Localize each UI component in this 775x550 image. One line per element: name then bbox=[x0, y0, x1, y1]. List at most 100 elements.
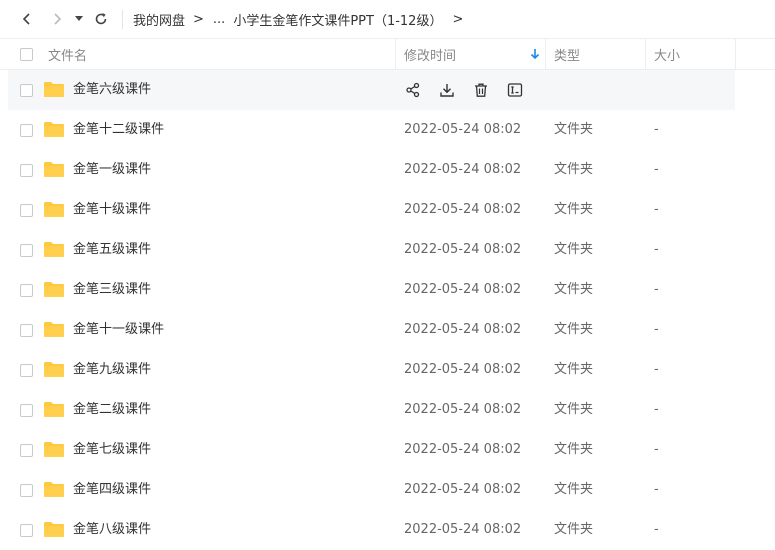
file-row[interactable]: 金笔三级课件 2022-05-24 08:02 文件夹 - bbox=[8, 270, 735, 310]
folder-icon bbox=[44, 522, 64, 537]
arrow-down-icon bbox=[530, 49, 540, 60]
row-actions bbox=[404, 70, 540, 110]
folder-icon bbox=[44, 162, 64, 177]
folder-icon bbox=[44, 82, 64, 97]
file-modified-date: 2022-05-24 08:02 bbox=[404, 402, 522, 417]
file-modified-date: 2022-05-24 08:02 bbox=[404, 362, 522, 377]
row-checkbox[interactable] bbox=[20, 124, 33, 137]
column-header-name[interactable]: 文件名 bbox=[48, 39, 87, 69]
file-type: 文件夹 bbox=[554, 322, 594, 337]
breadcrumb-ellipsis[interactable]: ... bbox=[213, 12, 225, 27]
row-checkbox[interactable] bbox=[20, 284, 33, 297]
file-name[interactable]: 金笔六级课件 bbox=[73, 70, 151, 110]
history-dropdown-button[interactable] bbox=[71, 9, 87, 29]
share-button[interactable] bbox=[404, 81, 422, 99]
share-icon bbox=[406, 82, 420, 98]
row-checkbox[interactable] bbox=[20, 84, 33, 97]
file-size: - bbox=[654, 402, 659, 417]
file-modified-date: 2022-05-24 08:02 bbox=[404, 282, 522, 297]
breadcrumb-root[interactable]: 我的网盘 bbox=[133, 10, 185, 29]
file-row[interactable]: 金笔七级课件 2022-05-24 08:02 文件夹 - bbox=[8, 430, 735, 470]
file-type: 文件夹 bbox=[554, 482, 594, 497]
chevron-right-icon bbox=[54, 13, 62, 25]
file-type: 文件夹 bbox=[554, 242, 594, 257]
chevron-left-icon bbox=[22, 13, 30, 25]
file-size: - bbox=[654, 282, 659, 297]
trash-icon bbox=[475, 83, 487, 97]
row-checkbox[interactable] bbox=[20, 524, 33, 537]
file-size: - bbox=[654, 442, 659, 457]
file-name[interactable]: 金笔十二级课件 bbox=[73, 110, 164, 150]
refresh-button[interactable] bbox=[91, 9, 111, 29]
file-row[interactable]: 金笔六级课件 bbox=[8, 70, 735, 110]
file-size: - bbox=[654, 162, 659, 177]
file-name[interactable]: 金笔八级课件 bbox=[73, 510, 151, 550]
caret-down-icon bbox=[75, 16, 83, 21]
file-name[interactable]: 金笔七级课件 bbox=[73, 430, 151, 470]
file-name[interactable]: 金笔九级课件 bbox=[73, 350, 151, 390]
column-header-size[interactable]: 大小 bbox=[654, 39, 680, 69]
breadcrumb-separator-end: > bbox=[452, 11, 464, 27]
file-type: 文件夹 bbox=[554, 282, 594, 297]
file-row[interactable]: 金笔十二级课件 2022-05-24 08:02 文件夹 - bbox=[8, 110, 735, 150]
file-type: 文件夹 bbox=[554, 522, 594, 537]
sort-indicator[interactable] bbox=[530, 39, 540, 69]
file-list-header: 文件名 修改时间 类型 大小 bbox=[0, 38, 775, 70]
column-divider[interactable] bbox=[645, 39, 646, 69]
file-size: - bbox=[654, 362, 659, 377]
file-modified-date: 2022-05-24 08:02 bbox=[404, 442, 522, 457]
folder-icon bbox=[44, 482, 64, 497]
file-modified-date: 2022-05-24 08:02 bbox=[404, 482, 522, 497]
row-checkbox[interactable] bbox=[20, 444, 33, 457]
forward-button[interactable] bbox=[47, 9, 67, 29]
file-modified-date: 2022-05-24 08:02 bbox=[404, 322, 522, 337]
breadcrumb-current[interactable]: 小学生金笔作文课件PPT（1-12级） bbox=[233, 10, 442, 29]
file-name[interactable]: 金笔二级课件 bbox=[73, 390, 151, 430]
folder-icon bbox=[44, 122, 64, 137]
file-row[interactable]: 金笔一级课件 2022-05-24 08:02 文件夹 - bbox=[8, 150, 735, 190]
file-row[interactable]: 金笔四级课件 2022-05-24 08:02 文件夹 - bbox=[8, 470, 735, 510]
file-row[interactable]: 金笔九级课件 2022-05-24 08:02 文件夹 - bbox=[8, 350, 735, 390]
folder-icon bbox=[44, 242, 64, 257]
row-checkbox[interactable] bbox=[20, 244, 33, 257]
file-row[interactable]: 金笔二级课件 2022-05-24 08:02 文件夹 - bbox=[8, 390, 735, 430]
file-name[interactable]: 金笔十级课件 bbox=[73, 190, 151, 230]
file-row[interactable]: 金笔八级课件 2022-05-24 08:02 文件夹 - bbox=[8, 510, 735, 550]
file-row[interactable]: 金笔五级课件 2022-05-24 08:02 文件夹 - bbox=[8, 230, 735, 270]
folder-icon bbox=[44, 362, 64, 377]
delete-button[interactable] bbox=[472, 81, 490, 99]
download-button[interactable] bbox=[438, 81, 456, 99]
back-button[interactable] bbox=[17, 9, 37, 29]
file-name[interactable]: 金笔十一级课件 bbox=[73, 310, 164, 350]
row-checkbox[interactable] bbox=[20, 484, 33, 497]
file-modified-date: 2022-05-24 08:02 bbox=[404, 242, 522, 257]
column-divider[interactable] bbox=[545, 39, 546, 69]
column-divider[interactable] bbox=[735, 39, 736, 69]
file-name[interactable]: 金笔三级课件 bbox=[73, 270, 151, 310]
file-name[interactable]: 金笔四级课件 bbox=[73, 470, 151, 510]
file-name[interactable]: 金笔一级课件 bbox=[73, 150, 151, 190]
file-name[interactable]: 金笔五级课件 bbox=[73, 230, 151, 270]
row-checkbox[interactable] bbox=[20, 204, 33, 217]
column-header-modified[interactable]: 修改时间 bbox=[404, 39, 456, 69]
file-size: - bbox=[654, 322, 659, 337]
top-navigation-bar: 我的网盘 > ... 小学生金笔作文课件PPT（1-12级） > bbox=[0, 0, 775, 38]
file-size: - bbox=[654, 202, 659, 217]
folder-icon bbox=[44, 202, 64, 217]
folder-icon bbox=[44, 322, 64, 337]
select-all-checkbox[interactable] bbox=[20, 48, 33, 61]
file-type: 文件夹 bbox=[554, 162, 594, 177]
file-row[interactable]: 金笔十级课件 2022-05-24 08:02 文件夹 - bbox=[8, 190, 735, 230]
file-type: 文件夹 bbox=[554, 122, 594, 137]
column-header-type[interactable]: 类型 bbox=[554, 39, 580, 69]
row-checkbox[interactable] bbox=[20, 324, 33, 337]
row-checkbox[interactable] bbox=[20, 364, 33, 377]
row-checkbox[interactable] bbox=[20, 404, 33, 417]
file-row[interactable]: 金笔十一级课件 2022-05-24 08:02 文件夹 - bbox=[8, 310, 735, 350]
row-checkbox[interactable] bbox=[20, 164, 33, 177]
rename-button[interactable] bbox=[506, 81, 524, 99]
breadcrumb-separator: > bbox=[193, 11, 204, 27]
column-divider[interactable] bbox=[395, 39, 396, 69]
folder-icon bbox=[44, 402, 64, 417]
file-modified-date: 2022-05-24 08:02 bbox=[404, 202, 522, 217]
